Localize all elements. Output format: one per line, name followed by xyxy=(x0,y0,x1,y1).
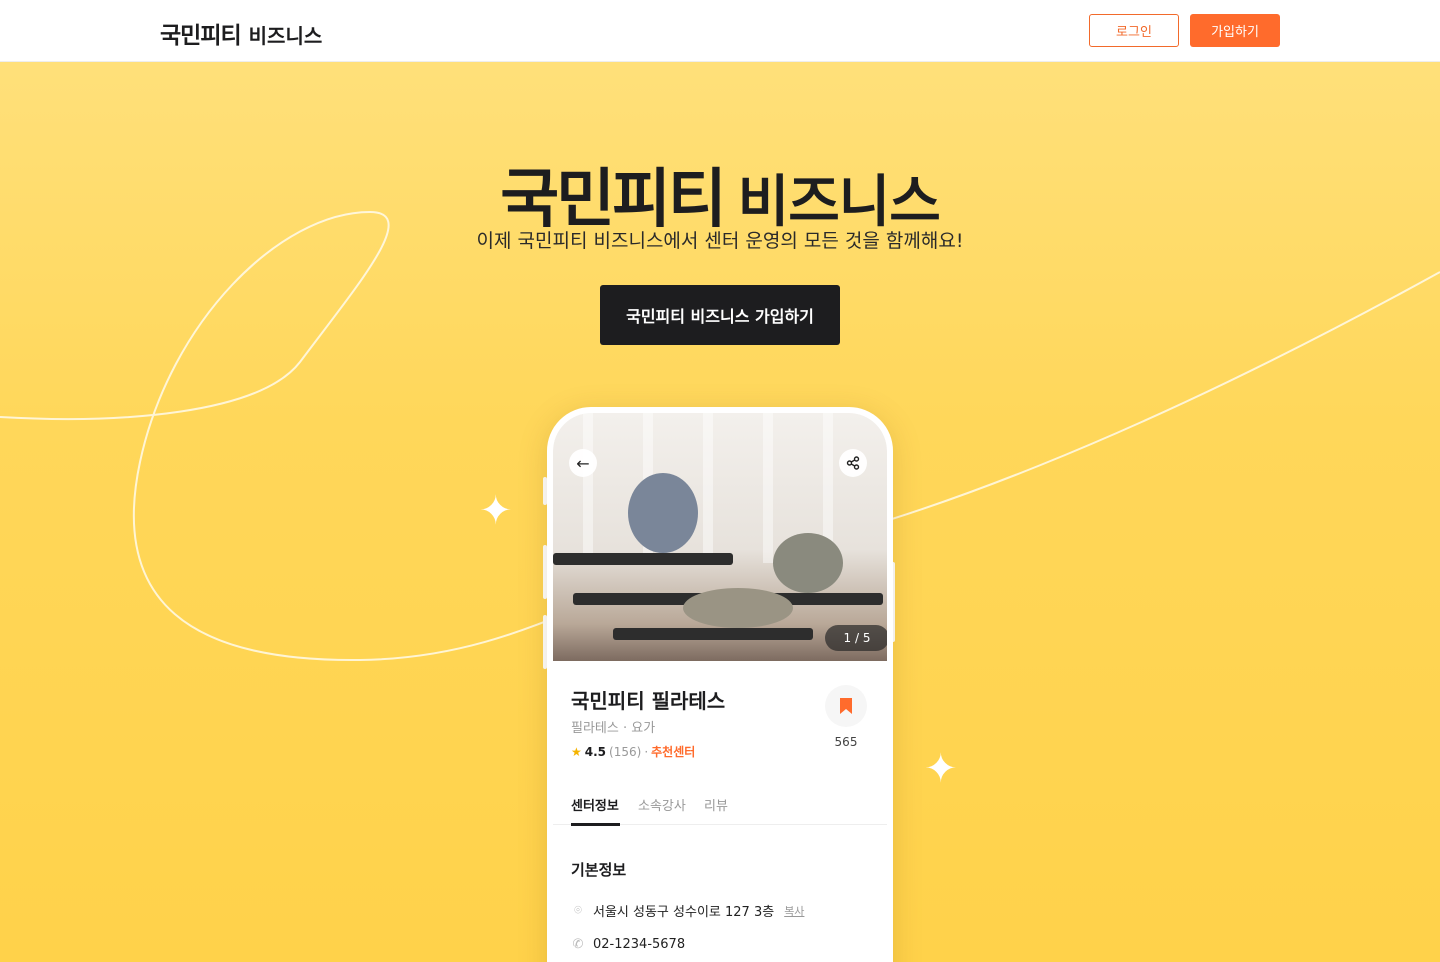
tab-instructors[interactable]: 소속강사 xyxy=(638,795,686,814)
tab-center-info[interactable]: 센터정보 xyxy=(571,795,619,814)
logo-brand: 국민피티 xyxy=(160,23,242,49)
rating-count: (156) xyxy=(609,744,642,759)
phone-mockup: ← 1 / 5 국민피티 필라테스 필라테스 · 요가 ★ 4.5 (156) xyxy=(547,407,893,962)
tab-reviews[interactable]: 리뷰 xyxy=(704,795,728,814)
site-header: 국민피티 비즈니스 로그인 가입하기 xyxy=(0,0,1440,62)
rating-row: ★ 4.5 (156) · 추천센터 xyxy=(571,743,695,760)
center-photo[interactable]: ← 1 / 5 xyxy=(553,413,887,661)
sparkle-icon: ✦ xyxy=(479,488,513,534)
section-title-basic-info: 기본정보 xyxy=(571,861,627,879)
center-category: 필라테스 · 요가 xyxy=(571,721,656,736)
photo-counter: 1 / 5 xyxy=(825,625,887,651)
location-pin-icon: ⌾ xyxy=(574,903,582,918)
logo[interactable]: 국민피티 비즈니스 xyxy=(160,16,322,50)
recommend-badge: 추천센터 xyxy=(651,745,696,759)
sparkle-icon: ✦ xyxy=(924,746,958,792)
share-icon xyxy=(846,456,860,470)
bookmark-count: 565 xyxy=(834,735,858,749)
center-name: 국민피티 필라테스 xyxy=(571,689,726,713)
separator-dot: · xyxy=(644,744,649,759)
share-button[interactable] xyxy=(839,449,867,477)
star-icon: ★ xyxy=(571,744,582,759)
logo-business: 비즈니스 xyxy=(248,24,323,48)
login-button[interactable]: 로그인 xyxy=(1089,14,1179,47)
signup-button[interactable]: 가입하기 xyxy=(1190,14,1280,47)
rating-value: 4.5 xyxy=(584,744,607,759)
phone-number[interactable]: 02-1234-5678 xyxy=(593,937,685,952)
address-row: ⌾ 서울시 성동구 성수이로 127 3층 복사 xyxy=(571,901,804,920)
bookmark-icon xyxy=(840,698,852,714)
hero-subtitle: 이제 국민피티 비즈니스에서 센터 운영의 모든 것을 함께해요! xyxy=(476,230,964,252)
hero-section: 국민피티 비즈니스 이제 국민피티 비즈니스에서 센터 운영의 모든 것을 함께… xyxy=(0,62,1440,962)
back-button[interactable]: ← xyxy=(569,449,597,477)
phone-icon: ✆ xyxy=(572,937,584,952)
copy-address-link[interactable]: 복사 xyxy=(784,903,804,919)
hero-signup-button[interactable]: 국민피티 비즈니스 가입하기 xyxy=(600,285,840,345)
arrow-left-icon: ← xyxy=(576,453,590,473)
active-tab-indicator xyxy=(571,823,620,826)
center-tabs: 센터정보 소속강사 리뷰 xyxy=(553,791,887,826)
address-text: 서울시 성동구 성수이로 127 3층 xyxy=(593,905,775,920)
phone-row: ✆ 02-1234-5678 xyxy=(571,937,686,952)
bookmark-button[interactable] xyxy=(825,685,867,727)
